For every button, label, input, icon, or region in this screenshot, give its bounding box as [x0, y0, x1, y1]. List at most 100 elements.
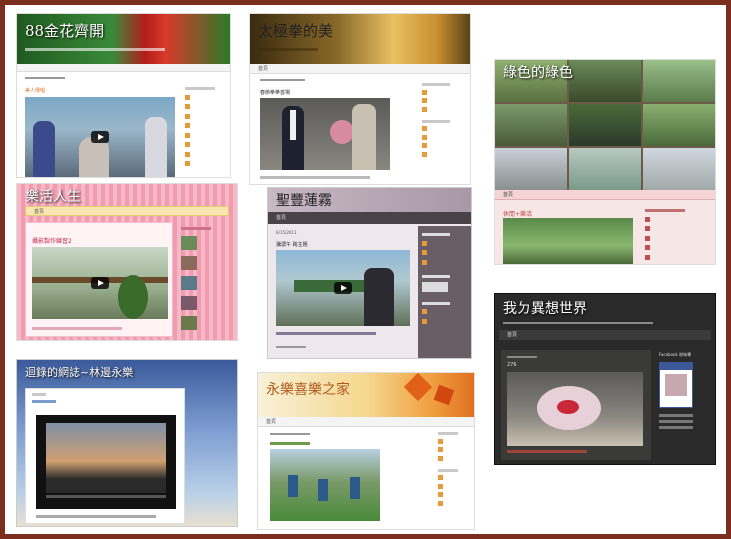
post-date [270, 433, 310, 435]
post-title[interactable]: 春節拳拳首場 [260, 89, 290, 96]
list-icon [185, 142, 190, 147]
post-photo [503, 218, 633, 264]
list-icon [438, 492, 443, 497]
post-photo [270, 449, 380, 521]
video-player[interactable] [32, 247, 168, 319]
blog-tile-5[interactable]: 聖豐蓮霧 首頁 6/15/2011 瀰濃午 跨主題 [267, 187, 472, 359]
list-icon [185, 151, 190, 157]
sidebar [181, 224, 231, 330]
list-icon [422, 259, 427, 265]
blog-tile-3[interactable]: 綠色的綠色 首頁 休閒+樂活 [494, 59, 716, 265]
post-date [260, 79, 305, 81]
list-icon [422, 89, 427, 95]
nav-bar[interactable]: 首頁 [25, 206, 229, 216]
blog-header-7: 迴錄的網誌~林邊永樂 [17, 360, 237, 384]
blog-header-1: 88金花齊開 [17, 14, 230, 64]
sidebar [418, 226, 471, 358]
list-icon [438, 455, 443, 461]
list-icon [185, 161, 190, 166]
list-icon [185, 123, 190, 128]
blog-title: 聖豐蓮霧 [276, 193, 332, 209]
nav-bar[interactable]: 首頁 [250, 64, 470, 74]
list-icon [645, 254, 650, 260]
post-date: 6/15/2011 [276, 230, 297, 235]
blog-title: 88金花齊開 [25, 22, 105, 40]
post-footer [36, 515, 156, 518]
list-icon [422, 143, 427, 148]
post-title[interactable]: 攝影製作練習2 [32, 236, 72, 245]
list-icon [645, 216, 650, 222]
list-icon [185, 104, 190, 109]
sidebar [438, 429, 472, 506]
list-icon [185, 94, 190, 100]
list-icon [438, 483, 443, 489]
blog-title: 太極拳的美 [258, 22, 334, 40]
video-player[interactable] [25, 97, 175, 177]
sidebar: Facebook 粉絲專 [659, 352, 711, 432]
sidebar [422, 80, 464, 157]
list-icon [645, 245, 650, 250]
blog-title: 迴錄的網誌~林邊永樂 [25, 366, 134, 379]
list-icon [438, 500, 443, 506]
list-icon [422, 250, 427, 255]
blog-title: 綠色的綠色 [503, 65, 573, 81]
blog-subtitle [25, 48, 165, 51]
post-footer [276, 332, 376, 335]
play-icon[interactable] [334, 282, 352, 294]
post-title[interactable] [270, 442, 310, 445]
post-date [25, 77, 65, 79]
list-icon [185, 113, 190, 119]
nav-bar[interactable]: 首頁 [495, 190, 715, 200]
list-icon [438, 438, 443, 444]
blog-header-4: 樂活人生 [17, 184, 237, 206]
post-title[interactable]: 休閒+樂活 [503, 209, 532, 218]
post-footer [507, 450, 587, 453]
list-icon [438, 475, 443, 480]
list-icon [422, 240, 427, 246]
blog-tile-2[interactable]: 太極拳的美 首頁 春節拳拳首場 [249, 13, 471, 185]
blog-tile-4[interactable]: 樂活人生 首頁 攝影製作練習2 [16, 183, 238, 341]
post-date [276, 346, 306, 348]
video-player[interactable] [36, 415, 176, 509]
blog-tile-1[interactable]: 88金花齊開 美人傳唱 [16, 13, 231, 178]
blog-header-5: 聖豐蓮霧 [268, 188, 471, 212]
blog-tile-8[interactable]: 永樂喜樂之家 首頁 [257, 372, 475, 530]
post-footer [260, 176, 370, 179]
list-icon [422, 98, 427, 103]
list-icon [422, 151, 427, 157]
blog-title: 樂活人生 [25, 189, 81, 205]
play-icon[interactable] [91, 131, 109, 143]
post-title[interactable]: 美人傳唱 [25, 87, 45, 94]
list-icon [645, 226, 650, 231]
blog-header-2: 太極拳的美 [250, 14, 470, 64]
nav-bar[interactable]: 首頁 [268, 212, 471, 224]
nav-bar[interactable]: 首頁 [499, 330, 711, 340]
list-icon [185, 132, 190, 138]
blog-header-6: 我ㄉ異想世界 [495, 294, 715, 330]
post-title[interactable]: 瀰濃午 跨主題 [276, 241, 308, 248]
blog-tile-7[interactable]: 迴錄的網誌~林邊永樂 [16, 359, 238, 527]
blog-subtitle [258, 48, 318, 51]
facebook-widget[interactable] [659, 362, 693, 408]
blog-subtitle [503, 322, 653, 324]
post-photo [260, 98, 390, 170]
post-photo [507, 372, 643, 446]
post-count: 276 [507, 362, 517, 368]
blog-header-8: 永樂喜樂之家 [258, 373, 474, 417]
video-player[interactable] [276, 250, 410, 326]
list-icon [422, 126, 427, 131]
list-icon [422, 318, 427, 324]
sidebar [185, 84, 225, 166]
list-icon [438, 447, 443, 452]
list-icon [422, 106, 427, 112]
nav-bar[interactable]: 首頁 [258, 417, 474, 427]
play-icon[interactable] [91, 277, 109, 289]
list-icon [645, 235, 650, 241]
blog-title: 我ㄉ異想世界 [503, 301, 587, 317]
list-icon [422, 309, 427, 314]
post-area: 攝影製作練習2 [25, 222, 173, 337]
list-icon [422, 134, 427, 140]
blog-header-3: 綠色的綠色 [495, 60, 715, 190]
post-footer [32, 327, 122, 330]
blog-tile-6[interactable]: 我ㄉ異想世界 首頁 276 Facebook 粉絲專 [494, 293, 716, 465]
